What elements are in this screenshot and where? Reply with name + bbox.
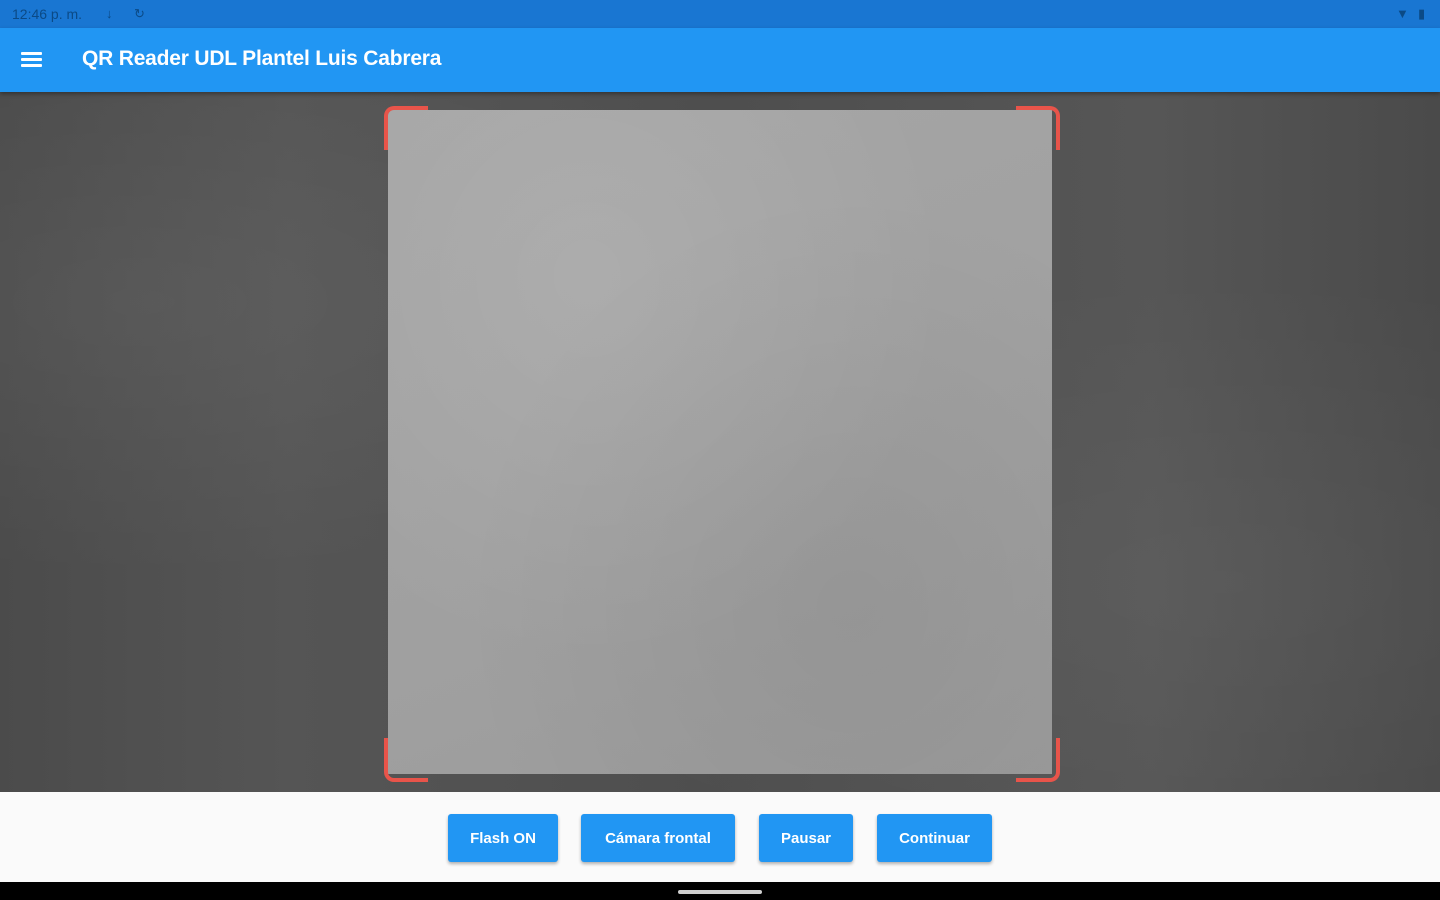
wifi-icon: ▼	[1396, 6, 1409, 21]
status-time: 12:46 p. m.	[12, 6, 83, 22]
navigation-bar	[0, 882, 1440, 900]
pause-button[interactable]: Pausar	[759, 814, 853, 862]
button-bar: Flash ON Cámara frontal Pausar Continuar	[0, 792, 1440, 882]
camera-preview	[0, 92, 1440, 792]
app-bar: QR Reader UDL Plantel Luis Cabrera	[0, 28, 1440, 92]
battery-icon: ▮	[1418, 6, 1426, 21]
scan-frame-corner-top-right	[1016, 106, 1060, 150]
menu-icon[interactable]	[20, 50, 44, 70]
sync-icon: ↻	[134, 6, 145, 21]
download-icon: ↓	[106, 6, 113, 21]
front-camera-button[interactable]: Cámara frontal	[581, 814, 735, 862]
scan-frame-corner-top-left	[384, 106, 428, 150]
app-title: QR Reader UDL Plantel Luis Cabrera	[82, 47, 442, 70]
home-gesture-handle[interactable]	[678, 890, 762, 894]
scan-area	[388, 110, 1052, 774]
scan-frame-corner-bottom-left	[384, 738, 428, 782]
flash-button[interactable]: Flash ON	[448, 814, 558, 862]
scan-frame-corner-bottom-right	[1016, 738, 1060, 782]
status-bar: 12:46 p. m. ↓ ↻ ▼ ▮	[0, 0, 1440, 28]
continue-button[interactable]: Continuar	[877, 814, 992, 862]
